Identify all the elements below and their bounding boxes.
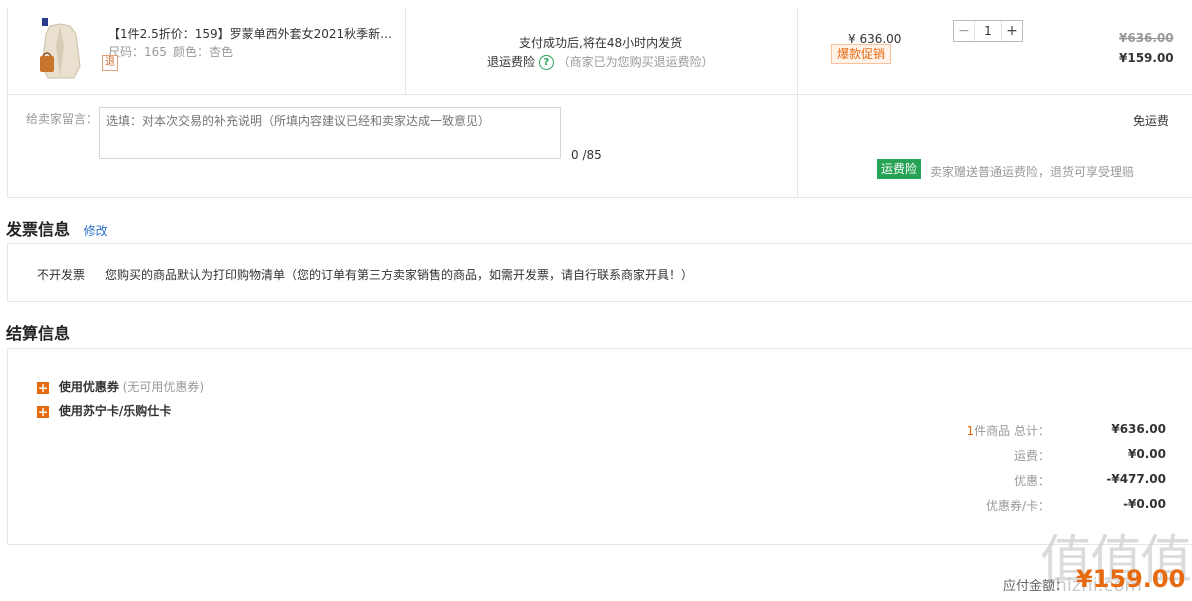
coupon-toggle[interactable]: + 使用优惠券 (无可用优惠券) (37, 378, 204, 395)
original-total: ¥636.00 (1119, 31, 1174, 45)
summary-value-total: ¥636.00 (1111, 422, 1166, 436)
product-thumbnail[interactable] (26, 16, 88, 82)
divider (797, 95, 798, 197)
insurance-line: 退运费险 ? （商家已为您购买退运费险） (487, 53, 714, 70)
invoice-edit-link[interactable]: 修改 (84, 224, 108, 238)
insurance-desc: 卖家赠送普通运费险，退货可享受理赔 (930, 165, 1135, 179)
settlement-title: 结算信息 (6, 324, 71, 343)
card-toggle[interactable]: + 使用苏宁卡/乐购仕卡 (37, 402, 171, 419)
decrease-button[interactable]: − (954, 21, 974, 41)
invoice-box: 不开发票 您购买的商品默认为打印购物清单（您的订单有第三方卖家销售的商品，如需开… (7, 243, 1192, 302)
promo-tag: 爆款促销 (831, 44, 892, 64)
summary-value-discount: -¥477.00 (1106, 472, 1166, 486)
quantity-value[interactable]: 1 (974, 21, 1002, 41)
note-counter: 0 /85 (571, 148, 602, 162)
increase-button[interactable]: + (1002, 21, 1022, 41)
summary-label-discount: 优惠： (1013, 474, 1050, 488)
product-title[interactable]: 【1件2.5折价：159】罗蒙单西外套女2021秋季新… (108, 25, 392, 42)
payable-amount: ¥159.00 (1076, 565, 1186, 593)
insurance-label: 退运费险 (487, 55, 536, 69)
summary-label-total: 1件商品 总计： (870, 422, 1050, 439)
seller-note-input[interactable] (99, 107, 561, 159)
summary-label-coupon: 优惠券/卡： (985, 499, 1050, 513)
invoice-type: 不开发票 (37, 268, 86, 282)
item-total: ¥159.00 (1119, 51, 1174, 65)
coupon-label: 使用优惠券 (58, 380, 119, 394)
invoice-desc: 您购买的商品默认为打印购物清单（您的订单有第三方卖家销售的商品，如需开发票，请自… (105, 268, 694, 282)
summary-value-shipping: ¥0.00 (1128, 447, 1166, 461)
invoice-title-text: 发票信息 (6, 220, 71, 239)
settlement-box: + 使用优惠券 (无可用优惠券) + 使用苏宁卡/乐购仕卡 1件商品 总计： ¥… (7, 348, 1192, 545)
quantity-stepper: − 1 + (953, 20, 1023, 42)
invoice-title: 发票信息 修改 (6, 216, 108, 240)
summary-label-text: 件商品 总计： (974, 424, 1050, 438)
insurance-note: （商家已为您购买退运费险） (557, 55, 714, 69)
coupon-note: (无可用优惠券) (122, 380, 205, 394)
summary-value-coupon: -¥0.00 (1123, 497, 1166, 511)
free-shipping: 免运费 (1133, 114, 1170, 128)
insurance-tag: 运费险 (877, 159, 922, 179)
summary-label-shipping: 运费： (1013, 449, 1050, 463)
seller-note-row: 给卖家留言： 0 /85 免运费 运费险 卖家赠送普通运费险，退货可享受理赔 (7, 94, 1192, 198)
shipping-note: 支付成功后,将在48小时内发货 (519, 36, 683, 50)
payable-label: 应付金额： (1003, 579, 1069, 594)
expand-icon: + (37, 380, 49, 395)
card-label: 使用苏宁卡/乐购仕卡 (58, 404, 172, 418)
product-color: 颜色：杏色 (173, 45, 234, 59)
return-badge: 退 (102, 55, 118, 71)
divider (797, 7, 798, 94)
help-icon[interactable]: ? (538, 55, 554, 70)
expand-icon: + (37, 404, 49, 419)
divider (405, 7, 406, 94)
note-label: 给卖家留言： (26, 112, 99, 126)
